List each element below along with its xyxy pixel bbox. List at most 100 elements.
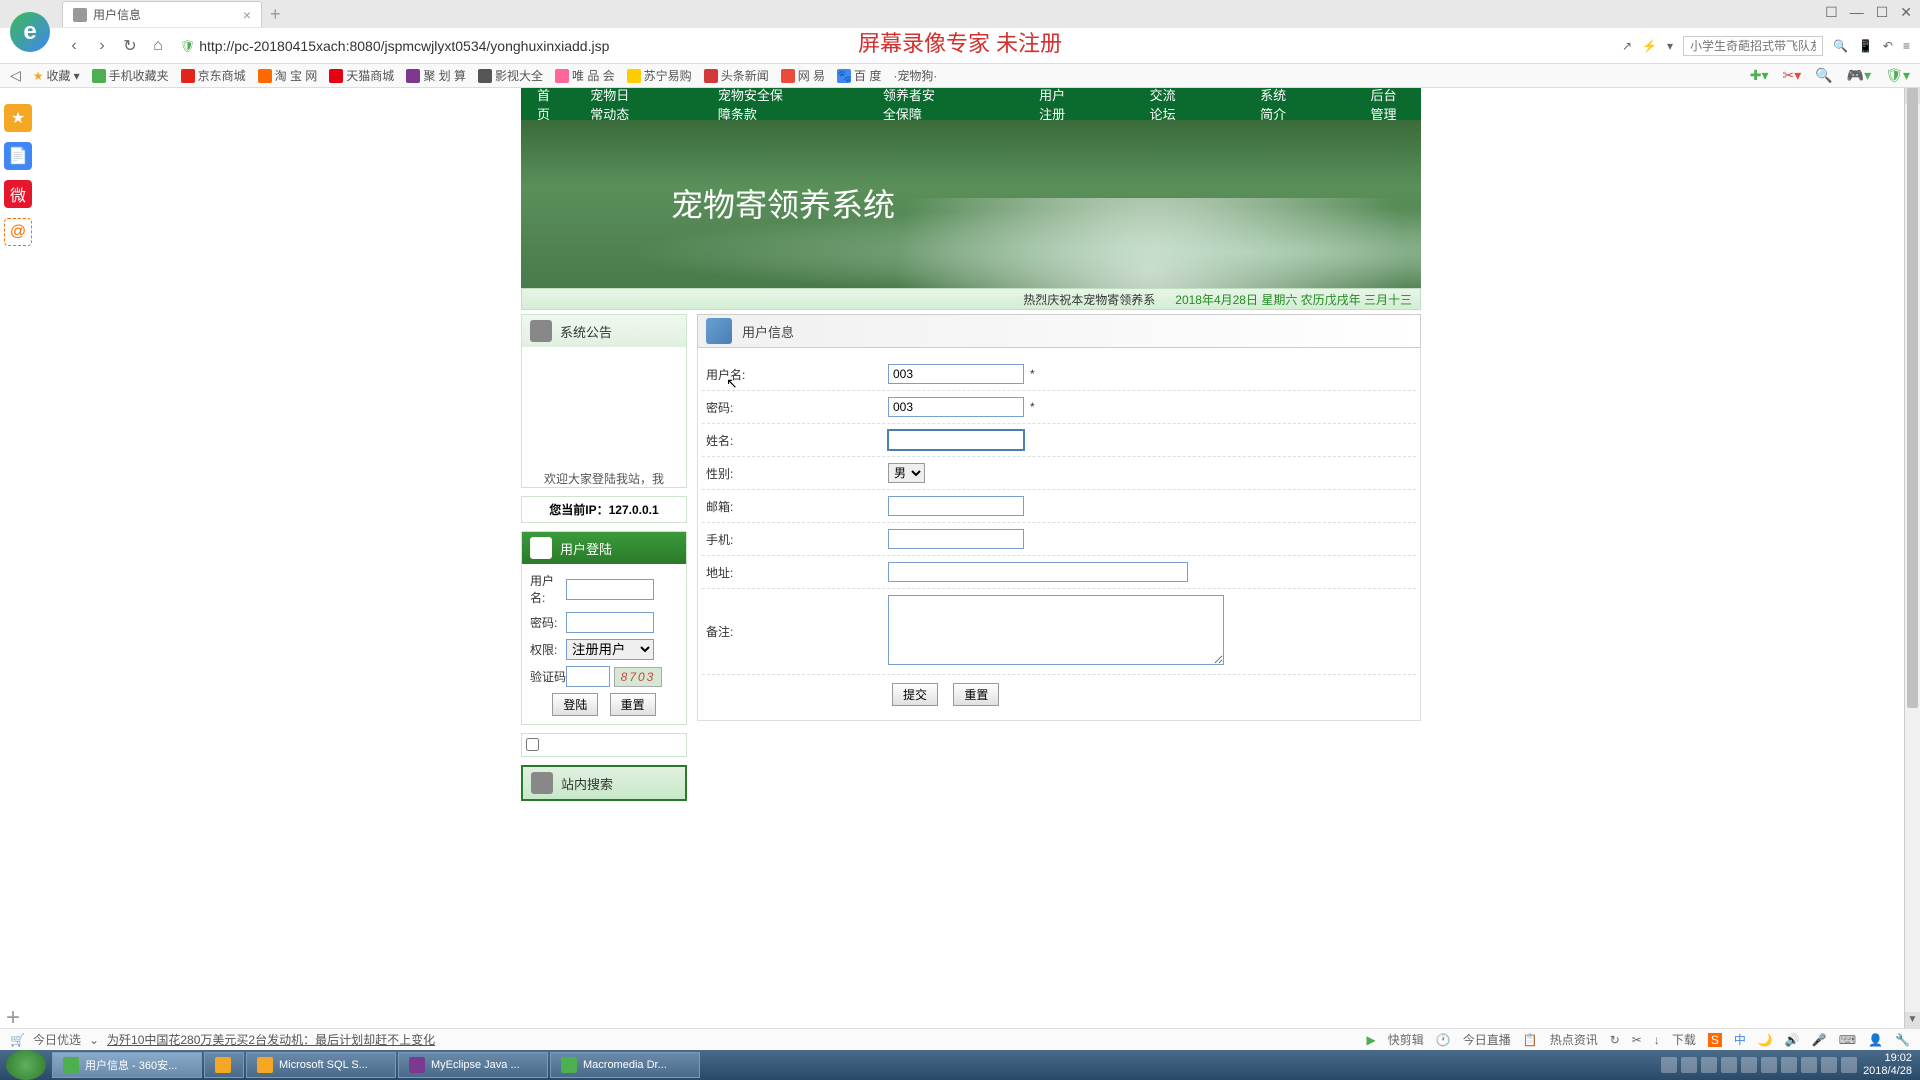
share-icon[interactable]: ↗: [1622, 39, 1632, 53]
tray-icon[interactable]: ⌨: [1839, 1033, 1856, 1047]
ime-icon[interactable]: S: [1708, 1033, 1722, 1047]
email-input[interactable]: [888, 496, 1024, 516]
tray-icon[interactable]: [1681, 1057, 1697, 1073]
scroll-down-icon[interactable]: ▼: [1905, 1012, 1920, 1028]
chevron-down-icon[interactable]: ⌄: [89, 1033, 99, 1047]
ext-icon[interactable]: ✂▾: [1783, 67, 1802, 84]
nav-item[interactable]: 宠物日常动态: [584, 88, 648, 123]
remark-textarea[interactable]: [888, 595, 1224, 665]
bookmark-favorites[interactable]: ★收藏▾: [33, 67, 80, 84]
taskbar-item[interactable]: Microsoft SQL S...: [246, 1052, 396, 1078]
tray-icon[interactable]: [1801, 1057, 1817, 1073]
ext-icon[interactable]: 🔍: [1815, 67, 1832, 84]
address-input[interactable]: [888, 562, 1188, 582]
password-input[interactable]: [888, 397, 1024, 417]
chevron-down-icon[interactable]: ▾: [1667, 39, 1673, 53]
phone-input[interactable]: [888, 529, 1024, 549]
browser-search-input[interactable]: [1683, 36, 1823, 56]
side-tab-weibo[interactable]: 微: [4, 180, 32, 208]
ext-icon[interactable]: 🎮▾: [1847, 67, 1871, 84]
bookmark-item[interactable]: 唯 品 会: [555, 67, 615, 84]
side-tab-at[interactable]: @: [4, 218, 32, 246]
nav-home[interactable]: 首页: [531, 88, 560, 123]
bm-back-icon[interactable]: ◁: [10, 67, 21, 84]
username-input[interactable]: [888, 364, 1024, 384]
bookmark-item[interactable]: 网 易: [781, 67, 825, 84]
side-tab-doc[interactable]: 📄: [4, 142, 32, 170]
news-link[interactable]: 为歼10中国花280万美元买2台发动机：最后计划却赶不上变化: [107, 1031, 435, 1048]
login-reset-button[interactable]: 重置: [610, 693, 656, 716]
name-input[interactable]: [888, 430, 1024, 450]
today-label[interactable]: 今日优选: [33, 1031, 81, 1048]
close-icon[interactable]: ×: [243, 7, 251, 23]
bookmark-item[interactable]: 影视大全: [478, 67, 543, 84]
new-tab-button[interactable]: +: [270, 4, 281, 25]
captcha-image[interactable]: 8703: [614, 667, 662, 687]
tray-icon[interactable]: [1781, 1057, 1797, 1073]
taskbar-item[interactable]: [204, 1052, 244, 1078]
tray-icon[interactable]: [1721, 1057, 1737, 1073]
refresh-icon[interactable]: ↻: [1610, 1033, 1620, 1047]
tray-icon[interactable]: [1761, 1057, 1777, 1073]
nav-item[interactable]: 宠物安全保障条款: [712, 88, 793, 123]
nav-item[interactable]: 交流论坛: [1144, 88, 1190, 123]
window-close-icon[interactable]: ✕: [1900, 4, 1912, 21]
login-captcha-input[interactable]: [566, 666, 610, 687]
reload-button[interactable]: ↻: [116, 32, 144, 60]
maximize-icon[interactable]: ☐: [1876, 4, 1889, 21]
submit-button[interactable]: 提交: [892, 683, 938, 706]
bookmark-item[interactable]: 🐾百 度: [837, 67, 881, 84]
system-clock[interactable]: 19:02 2018/4/28: [1863, 1052, 1912, 1078]
bookmark-item[interactable]: ·宠物狗·: [893, 67, 937, 84]
nav-item[interactable]: 系统简介: [1254, 88, 1300, 123]
login-role-select[interactable]: 注册用户: [566, 639, 654, 660]
tray-icon[interactable]: 🌙: [1758, 1033, 1773, 1047]
scroll-thumb[interactable]: [1907, 88, 1918, 708]
bookmark-item[interactable]: 头条新闻: [704, 67, 769, 84]
bookmark-item[interactable]: 京东商城: [181, 67, 246, 84]
bolt-icon[interactable]: ⚡: [1642, 39, 1657, 53]
bookmark-item[interactable]: 淘 宝 网: [258, 67, 318, 84]
ext-icon[interactable]: 🛡▾: [1885, 67, 1910, 84]
taskbar-item[interactable]: Macromedia Dr...: [550, 1052, 700, 1078]
nav-item[interactable]: 后台管理: [1365, 88, 1411, 123]
tray-icon[interactable]: [1821, 1057, 1837, 1073]
tray-icon[interactable]: [1661, 1057, 1677, 1073]
search-icon[interactable]: 🔍: [1833, 39, 1848, 53]
news-icon[interactable]: 📋: [1523, 1033, 1538, 1047]
nav-item[interactable]: 领养者安全保障: [877, 88, 949, 123]
tray-icon[interactable]: [1841, 1057, 1857, 1073]
cart-icon[interactable]: 🛒: [10, 1033, 25, 1047]
forward-button[interactable]: ›: [88, 32, 116, 60]
tray-icon[interactable]: 🎤: [1812, 1033, 1827, 1047]
browser-tab[interactable]: 用户信息 ×: [62, 1, 262, 27]
clock-icon[interactable]: 🕐: [1436, 1033, 1451, 1047]
download-icon[interactable]: ↓: [1654, 1033, 1660, 1047]
undo-icon[interactable]: ↶: [1883, 39, 1893, 53]
minimize-icon[interactable]: —: [1850, 4, 1864, 21]
back-button[interactable]: ‹: [60, 32, 88, 60]
side-tab-favorites[interactable]: ★: [4, 104, 32, 132]
scrollbar[interactable]: ▲ ▼: [1904, 88, 1920, 1028]
taskbar-item[interactable]: 用户信息 - 360安...: [52, 1052, 202, 1078]
home-button[interactable]: ⌂: [144, 32, 172, 60]
window-box-icon[interactable]: ☐: [1825, 4, 1838, 21]
tray-icon[interactable]: [1701, 1057, 1717, 1073]
tray-icon[interactable]: 中: [1734, 1031, 1746, 1048]
tray-icon[interactable]: 🔧: [1895, 1033, 1910, 1047]
bookmark-item[interactable]: 苏宁易购: [627, 67, 692, 84]
bookmark-item[interactable]: 聚 划 算: [406, 67, 466, 84]
menu-icon[interactable]: ≡: [1903, 39, 1910, 53]
gender-select[interactable]: 男: [888, 463, 925, 483]
ext-icon[interactable]: ✚▾: [1750, 67, 1769, 84]
bookmark-item[interactable]: 天猫商城: [329, 67, 394, 84]
start-button[interactable]: [6, 1050, 46, 1080]
block-icon[interactable]: ✂: [1632, 1033, 1642, 1047]
play-icon[interactable]: ▶: [1367, 1033, 1376, 1047]
phone-icon[interactable]: 📱: [1858, 39, 1873, 53]
taskbar-item[interactable]: MyEclipse Java ...: [398, 1052, 548, 1078]
login-pass-input[interactable]: [566, 612, 654, 633]
tray-icon[interactable]: 🔊: [1785, 1033, 1800, 1047]
tray-icon[interactable]: 👤: [1868, 1033, 1883, 1047]
bookmark-item[interactable]: 手机收藏夹: [92, 67, 169, 84]
